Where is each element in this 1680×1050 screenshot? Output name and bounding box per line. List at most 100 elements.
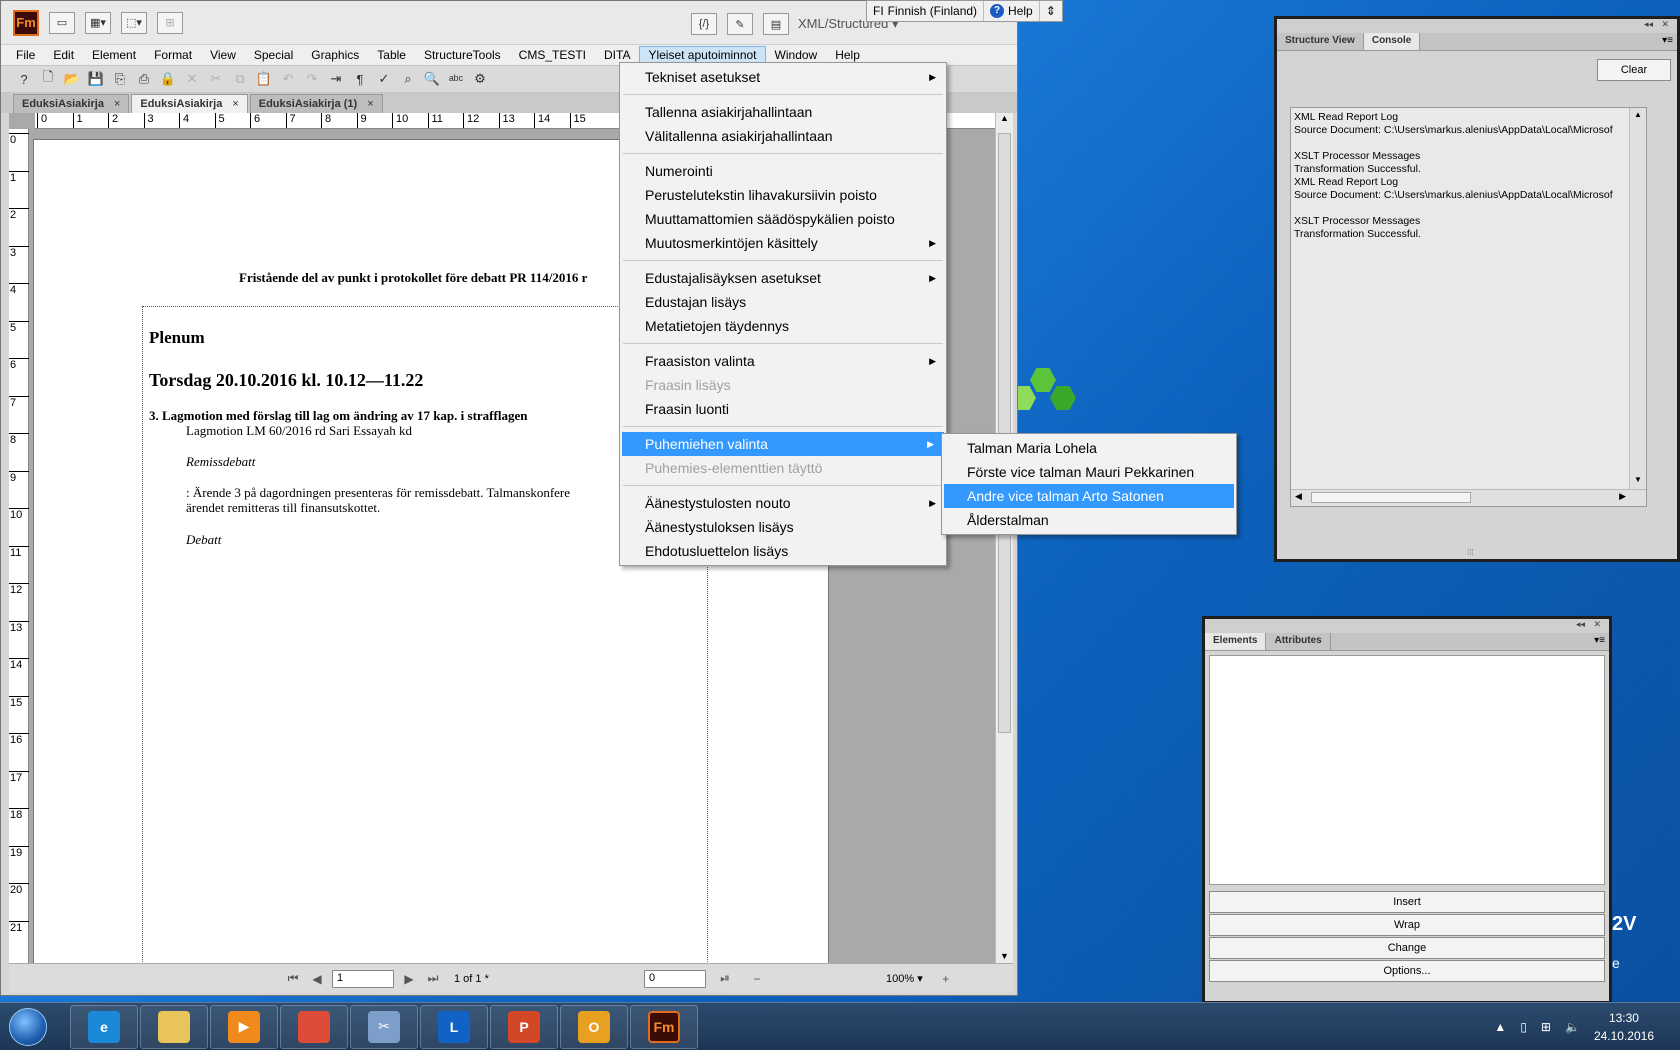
open-icon[interactable]: 📂: [61, 68, 83, 90]
element-field[interactable]: 0: [644, 969, 706, 988]
menu-table[interactable]: Table: [368, 46, 415, 64]
format-icon[interactable]: ¶: [349, 68, 371, 90]
structure-icon[interactable]: ⚙: [469, 68, 491, 90]
document-vertical-scrollbar[interactable]: ▲ ▼: [995, 113, 1013, 963]
menu-edit[interactable]: Edit: [44, 46, 83, 64]
submenu-item-ålderstalman[interactable]: Ålderstalman: [942, 508, 1236, 532]
first-page-icon[interactable]: ⏮: [284, 971, 302, 986]
power-icon[interactable]: ▯: [1520, 1020, 1527, 1034]
menu-item-puhemiehen-valinta[interactable]: Puhemiehen valinta ▶: [622, 432, 944, 456]
tab-structure-view[interactable]: Structure View: [1277, 33, 1364, 50]
menu-file[interactable]: File: [7, 46, 44, 64]
zoom-in-icon[interactable]: +: [937, 972, 955, 986]
abc-icon[interactable]: ᵃᵇᶜ: [445, 68, 467, 90]
cut-icon[interactable]: ✂: [205, 68, 227, 90]
language-bar[interactable]: FI Finnish (Finland) ? Help ⇕: [866, 0, 1063, 22]
help-icon[interactable]: ?: [13, 68, 35, 90]
show-hidden-icons-icon[interactable]: ▲: [1494, 1020, 1506, 1034]
volume-icon[interactable]: 🔈: [1565, 1020, 1580, 1034]
clear-button[interactable]: Clear: [1597, 59, 1671, 81]
taskbar-app[interactable]: [280, 1004, 348, 1049]
menu-item-tallenna-asiakirjahallintaan[interactable]: Tallenna asiakirjahallintaan: [620, 100, 946, 124]
start-button[interactable]: [0, 1004, 56, 1050]
close-tab-icon[interactable]: ×: [232, 98, 238, 110]
code-view-icon[interactable]: {/}: [691, 13, 717, 35]
close-panel-icon[interactable]: ✕: [1661, 19, 1669, 30]
copy-icon[interactable]: ⧉: [229, 68, 251, 90]
submenu-item-andre-vice-talman-arto-satonen[interactable]: Andre vice talman Arto Satonen: [944, 484, 1234, 508]
insert-button[interactable]: Insert: [1209, 891, 1605, 913]
panel-menu-icon[interactable]: ▾≡: [1658, 33, 1677, 50]
clock[interactable]: 13:30 24.10.2016: [1594, 1009, 1654, 1045]
arrange-icon[interactable]: ⊞: [157, 11, 183, 34]
new-icon[interactable]: 🗋: [37, 68, 59, 90]
collapse-icon[interactable]: ◂◂: [1576, 619, 1585, 630]
document-tab[interactable]: EduksiAsiakirja ×: [13, 94, 130, 113]
network-icon[interactable]: ⊞: [1541, 1020, 1551, 1034]
menu-item-numerointi[interactable]: Numerointi: [620, 159, 946, 183]
help-button[interactable]: ? Help: [984, 1, 1040, 21]
screen-mode-icon[interactable]: ⬚▾: [121, 11, 147, 34]
panel-resize-grip[interactable]: ⁞⁞⁞: [1467, 548, 1474, 557]
last-page-icon[interactable]: ⏭: [424, 971, 442, 986]
menu-item-tekniset-asetukset[interactable]: Tekniset asetukset ▶: [620, 65, 946, 89]
import-icon[interactable]: ⇥: [325, 68, 347, 90]
menu-element[interactable]: Element: [83, 46, 145, 64]
language-bar-menu-icon[interactable]: ⇕: [1040, 1, 1062, 21]
submenu-item-förste-vice-talman-mauri-pekkarinen[interactable]: Förste vice talman Mauri Pekkarinen: [942, 460, 1236, 484]
taskbar-app[interactable]: P: [490, 1004, 558, 1049]
language-selector[interactable]: FI Finnish (Finland): [867, 1, 985, 21]
menu-item-fraasiston-valinta[interactable]: Fraasiston valinta ▶: [620, 349, 946, 373]
menu-item-edustajan-lisäys[interactable]: Edustajan lisäys: [620, 290, 946, 314]
console-vertical-scrollbar[interactable]: ▲ ▼: [1629, 108, 1646, 506]
print-icon[interactable]: ⎙: [133, 68, 155, 90]
change-button[interactable]: Change: [1209, 937, 1605, 959]
previous-page-icon[interactable]: ◀: [308, 972, 326, 986]
zoom-icon[interactable]: ⌕: [397, 68, 419, 90]
menu-item-ehdotusluettelon-lisäys[interactable]: Ehdotusluettelon lisäys: [620, 539, 946, 563]
document-tab[interactable]: EduksiAsiakirja ×: [131, 94, 248, 113]
undo-icon[interactable]: ↶: [277, 68, 299, 90]
panel-menu-icon[interactable]: ▾≡: [1590, 633, 1609, 650]
lock-icon[interactable]: 🔒: [157, 68, 179, 90]
menu-item-muutosmerkintöjen-käsittely[interactable]: Muutosmerkintöjen käsittely ▶: [620, 231, 946, 255]
save-icon[interactable]: 💾: [85, 68, 107, 90]
tab-console[interactable]: Console: [1363, 33, 1421, 50]
toggle-view-icon[interactable]: ⏯: [716, 971, 734, 986]
taskbar-app[interactable]: O: [560, 1004, 628, 1049]
taskbar-app[interactable]: ✂: [350, 1004, 418, 1049]
collapse-icon[interactable]: ◂◂: [1644, 19, 1653, 30]
document-view-icon[interactable]: ▤: [763, 13, 789, 35]
close-panel-icon[interactable]: ✕: [1593, 619, 1601, 630]
find-icon[interactable]: 🔍: [421, 68, 443, 90]
page-number-input[interactable]: 1: [332, 969, 394, 988]
menu-item-äänestystuloksen-lisäys[interactable]: Äänestystuloksen lisäys: [620, 515, 946, 539]
console-output[interactable]: XML Read Report Log Source Document: C:\U…: [1290, 107, 1647, 507]
menu-item-äänestystulosten-nouto[interactable]: Äänestystulosten nouto ▶: [620, 491, 946, 515]
taskbar-app[interactable]: ▶: [210, 1004, 278, 1049]
save-as-icon[interactable]: ⎘: [109, 68, 131, 90]
paste-icon[interactable]: 📋: [253, 68, 275, 90]
layout-icon[interactable]: ▭: [49, 11, 75, 34]
wrap-button[interactable]: Wrap: [1209, 914, 1605, 936]
menu-graphics[interactable]: Graphics: [302, 46, 368, 64]
menu-format[interactable]: Format: [145, 46, 201, 64]
document-tab[interactable]: EduksiAsiakirja (1) ×: [249, 94, 383, 113]
tab-attributes[interactable]: Attributes: [1266, 633, 1331, 650]
delete-icon[interactable]: ✕: [181, 68, 203, 90]
next-page-icon[interactable]: ▶: [400, 972, 418, 986]
zoom-out-icon[interactable]: −: [748, 972, 766, 986]
close-tab-icon[interactable]: ×: [114, 98, 120, 110]
elements-list[interactable]: [1209, 655, 1605, 885]
view-options-icon[interactable]: ▦▾: [85, 11, 111, 34]
taskbar-app[interactable]: e: [70, 1004, 138, 1049]
redo-icon[interactable]: ↷: [301, 68, 323, 90]
menu-item-muuttamattomien-säädöspykälien-poisto[interactable]: Muuttamattomien säädöspykälien poisto: [620, 207, 946, 231]
pen-icon[interactable]: ✎: [727, 13, 753, 35]
menu-item-metatietojen-täydennys[interactable]: Metatietojen täydennys: [620, 314, 946, 338]
tab-elements[interactable]: Elements: [1205, 633, 1267, 650]
submenu-item-talman-maria-lohela[interactable]: Talman Maria Lohela: [942, 436, 1236, 460]
taskbar-app[interactable]: L: [420, 1004, 488, 1049]
menu-item-fraasin-luonti[interactable]: Fraasin luonti: [620, 397, 946, 421]
menu-structuretools[interactable]: StructureTools: [415, 46, 510, 64]
